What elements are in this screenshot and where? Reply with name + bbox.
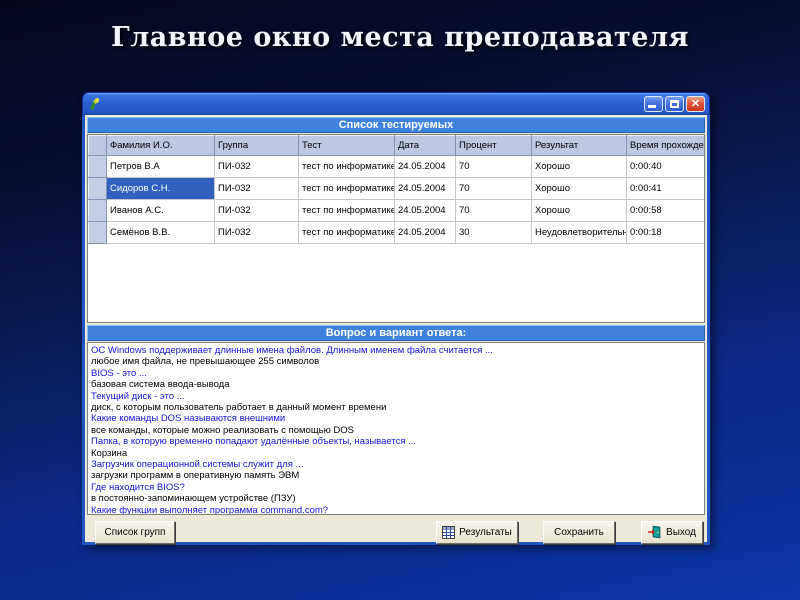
row-selector [88, 199, 107, 222]
save-button[interactable]: Сохранить [543, 520, 615, 544]
results-button-label: Результаты [459, 526, 512, 538]
cell-percent: 70 [455, 155, 532, 178]
close-icon: ✕ [690, 98, 701, 110]
window-titlebar[interactable]: ✕ [82, 92, 710, 115]
exit-button[interactable]: Выход [641, 520, 703, 544]
answer-line: диск, с которым пользователь работает в … [91, 402, 387, 414]
header-result: Результат [531, 135, 627, 156]
header-name: Фамилия И.О. [106, 135, 215, 156]
header-group: Группа [214, 135, 299, 156]
answer-line: загрузки программ в оперативную память Э… [91, 470, 300, 482]
question-line: Папка, в которую временно попадают удалё… [91, 436, 417, 448]
row-selector [88, 177, 107, 200]
cell-name: Сидоров С.Н. [106, 177, 215, 200]
cell-date: 24.05.2004 [394, 199, 456, 222]
question-answer-banner: Вопрос и вариант ответа: [87, 325, 705, 341]
results-grid-icon [442, 525, 456, 539]
cell-time: 0:00:41 [626, 177, 704, 200]
table-row[interactable]: Семёнов В.В. ПИ-032 тест по информатике … [88, 221, 704, 244]
minimize-button[interactable] [644, 96, 663, 112]
cell-result: Хорошо [531, 177, 627, 200]
cell-group: ПИ-032 [214, 155, 299, 178]
cell-date: 24.05.2004 [394, 155, 456, 178]
exit-door-icon [648, 525, 661, 539]
cell-time: 0:00:40 [626, 155, 704, 178]
cell-group: ПИ-032 [214, 177, 299, 200]
cell-result: Неудовлетворительно [531, 221, 627, 244]
maximize-button[interactable] [665, 96, 684, 112]
question-line: Текущий диск - это ... [91, 390, 185, 402]
cell-name: Петров В.А [106, 155, 215, 178]
results-button[interactable]: Результаты [436, 520, 518, 544]
answer-line: Корзина [91, 447, 128, 459]
answer-line: в постоянно-запоминающем устройстве (ПЗУ… [91, 493, 296, 505]
question-line: Какие команды DOS называются внешними [91, 413, 286, 425]
cell-name: Иванов А.С. [106, 199, 215, 222]
cell-date: 24.05.2004 [394, 177, 456, 200]
table-header-row: Фамилия И.О. Группа Тест Дата Процент Ре… [88, 135, 704, 156]
question-line: Где находится BIOS? [91, 481, 185, 493]
bottom-button-bar: Список групп Результаты Сохранить Выход [87, 515, 705, 549]
cell-test: тест по информатике [298, 221, 395, 244]
cell-name: Семёнов В.В. [106, 221, 215, 244]
slide-title: Главное окно места преподавателя [111, 22, 689, 53]
header-time: Время прохождения [626, 135, 704, 156]
question-line: BIOS - это ... [91, 367, 147, 379]
table-row-selected[interactable]: Сидоров С.Н. ПИ-032 тест по информатике … [88, 177, 704, 200]
save-button-label: Сохранить [554, 526, 604, 538]
question-line: ОС Windows поддерживает длинные имена фа… [91, 345, 493, 356]
row-selector [88, 221, 107, 244]
answer-line: базовая система ввода-вывода [91, 379, 230, 391]
header-test: Тест [298, 135, 395, 156]
table-row[interactable]: Иванов А.С. ПИ-032 тест по информатике 2… [88, 199, 704, 222]
table-row[interactable]: Петров В.А ПИ-032 тест по информатике 24… [88, 155, 704, 178]
testers-table: Фамилия И.О. Группа Тест Дата Процент Ре… [88, 135, 704, 244]
testers-list-banner: Список тестируемых [87, 117, 705, 133]
answer-line: любое имя файла, не превышающее 255 симв… [91, 356, 320, 368]
group-list-button-label: Список групп [104, 526, 166, 538]
group-list-button[interactable]: Список групп [95, 520, 175, 544]
cell-percent: 70 [455, 177, 532, 200]
cell-date: 24.05.2004 [394, 221, 456, 244]
app-icon[interactable] [87, 96, 103, 112]
cell-test: тест по информатике [298, 177, 395, 200]
close-button[interactable]: ✕ [686, 96, 705, 112]
question-answer-list: ОС Windows поддерживает длинные имена фа… [87, 342, 705, 515]
header-date: Дата [394, 135, 456, 156]
cell-result: Хорошо [531, 155, 627, 178]
cell-time: 0:00:18 [626, 221, 704, 244]
cell-percent: 30 [455, 221, 532, 244]
cell-test: тест по информатике [298, 199, 395, 222]
testers-table-area: Фамилия И.О. Группа Тест Дата Процент Ре… [87, 134, 705, 323]
cell-group: ПИ-032 [214, 199, 299, 222]
exit-button-label: Выход [666, 526, 696, 538]
question-line: Загрузчик операционной системы служит дл… [91, 459, 304, 471]
cell-group: ПИ-032 [214, 221, 299, 244]
cell-test: тест по информатике [298, 155, 395, 178]
header-selector [88, 135, 107, 156]
header-percent: Процент [455, 135, 532, 156]
app-window: ✕ Список тестируемых Фамилия И.О. Группа… [82, 92, 710, 545]
cell-result: Хорошо [531, 199, 627, 222]
window-client-area: Список тестируемых Фамилия И.О. Группа Т… [82, 115, 710, 545]
cell-percent: 70 [455, 199, 532, 222]
maximize-icon [670, 100, 679, 108]
question-line: Какие функции выполняет программа comman… [91, 504, 329, 515]
row-selector [88, 155, 107, 178]
minimize-icon [648, 105, 656, 108]
cell-time: 0:00:58 [626, 199, 704, 222]
answer-line: все команды, которые можно реализовать с… [91, 424, 354, 436]
